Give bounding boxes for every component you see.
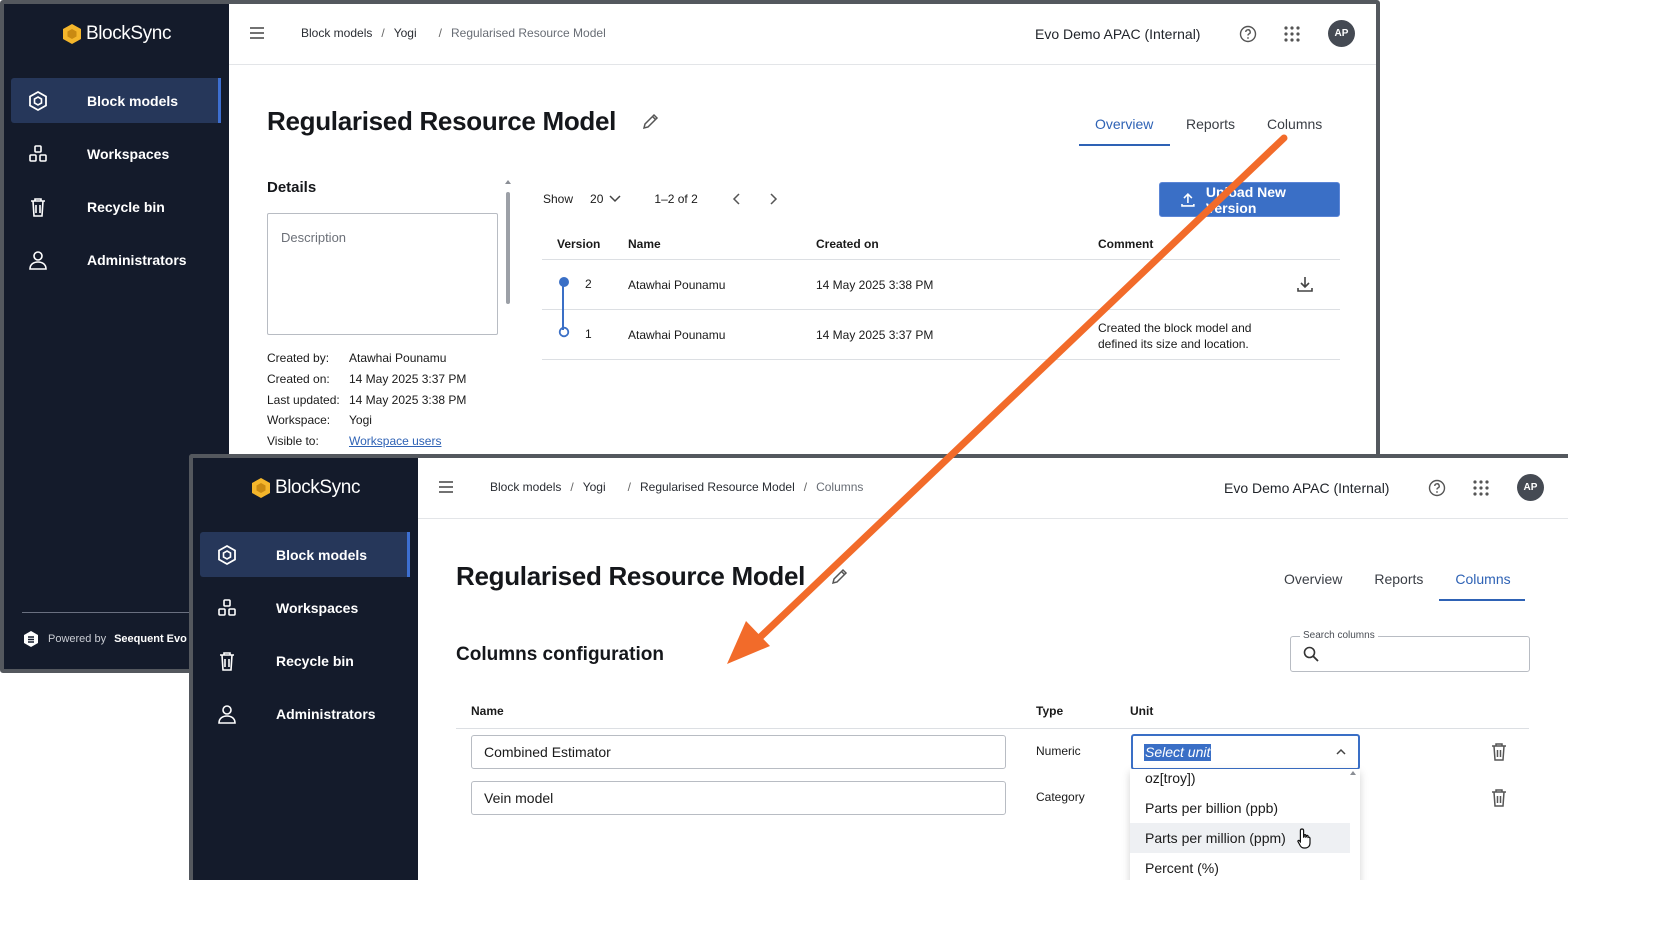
annotation-arrow: [727, 134, 1288, 664]
